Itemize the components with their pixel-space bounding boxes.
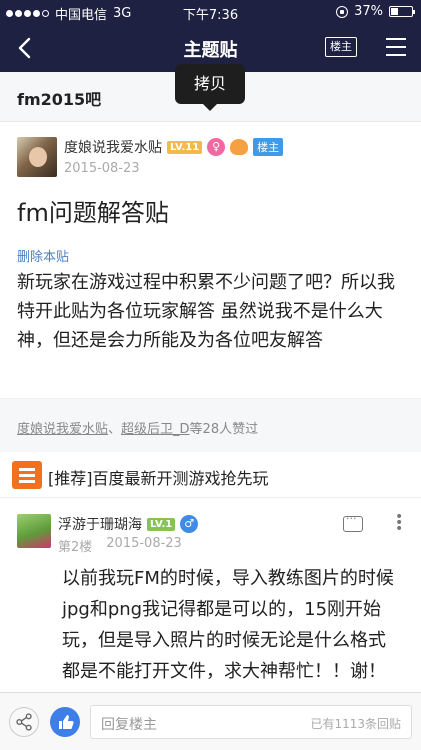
- handshake-icon: [230, 139, 249, 155]
- list-icon: [12, 461, 42, 489]
- promo-text[interactable]: [推荐]百度最新开测游戏抢先玩: [48, 465, 269, 489]
- reply-author-name[interactable]: 浮游于珊瑚海: [58, 514, 142, 534]
- reply-date: 2015-08-23: [106, 536, 182, 551]
- likes-count-suffix: 等28人赞过: [189, 422, 259, 437]
- thumbs-up-icon[interactable]: [50, 707, 80, 737]
- avatar[interactable]: [17, 514, 51, 548]
- liker-link[interactable]: 度娘说我爱水贴: [17, 422, 108, 437]
- page-title: 主题贴: [183, 40, 238, 61]
- promo-banner[interactable]: [推荐]百度最新开测游戏抢先玩: [0, 452, 421, 498]
- post-date: 2015-08-23: [64, 161, 140, 176]
- post-author-name[interactable]: 度娘说我爱水贴: [64, 137, 162, 157]
- page: 中国电信 3G 下午7:36 37% 主题贴 楼主 fm2015吧 拷贝 度娘说…: [0, 0, 421, 750]
- battery-percent: 37%: [354, 4, 383, 19]
- level-badge: LV.1: [147, 517, 176, 531]
- delete-post-link[interactable]: 删除本贴: [17, 246, 69, 265]
- status-bar: 中国电信 3G 下午7:36 37%: [0, 0, 421, 24]
- battery-icon: [389, 6, 415, 17]
- more-vertical-icon[interactable]: • • •: [395, 510, 403, 536]
- likes-text: 度娘说我爱水贴、超级后卫_D等28人赞过: [17, 422, 259, 437]
- male-icon: ♂: [180, 515, 199, 533]
- likes-bar: 度娘说我爱水贴、超级后卫_D等28人赞过: [0, 398, 421, 452]
- rotation-lock-icon: [336, 5, 349, 18]
- reply-meta: 第2楼 2015-08-23: [58, 536, 182, 555]
- top-bar: 中国电信 3G 下午7:36 37% 主题贴 楼主: [0, 0, 421, 72]
- forum-name[interactable]: fm2015吧: [17, 86, 101, 110]
- reply-body: 以前我玩FM的时候，导入教练图片的时候jpg和png我记得都是可以的，15刚开始…: [62, 568, 394, 682]
- hamburger-menu-icon[interactable]: [386, 38, 406, 56]
- post-title: fm问题解答贴: [17, 199, 169, 227]
- reply-input[interactable]: 回复楼主 已有1113条回贴: [90, 705, 412, 739]
- reply-count: 已有1113条回贴: [310, 717, 401, 731]
- owner-only-button[interactable]: 楼主: [325, 37, 357, 57]
- level-badge: LV.11: [167, 140, 203, 154]
- post-body: 新玩家在游戏过程中积累不少问题了吧？所以我特开此贴为各位玩家解答 虽然说我不是什…: [17, 272, 395, 351]
- reply-author-row: 浮游于珊瑚海 LV.1 ♂: [58, 514, 199, 534]
- avatar[interactable]: [17, 137, 57, 177]
- female-icon: ♀: [207, 138, 226, 156]
- copy-tooltip[interactable]: 拷贝: [175, 64, 245, 111]
- liker-link[interactable]: 超级后卫_D: [121, 422, 190, 437]
- floor-number: 第2楼: [58, 540, 93, 555]
- share-icon[interactable]: [9, 707, 39, 737]
- bottom-bar: 回复楼主 已有1113条回贴: [0, 692, 421, 750]
- comment-icon[interactable]: [343, 512, 363, 532]
- owner-badge: 楼主: [253, 138, 284, 156]
- reply-placeholder[interactable]: 回复楼主: [101, 714, 157, 734]
- post-author-row: 度娘说我爱水贴 LV.11 ♀ 楼主: [64, 137, 284, 157]
